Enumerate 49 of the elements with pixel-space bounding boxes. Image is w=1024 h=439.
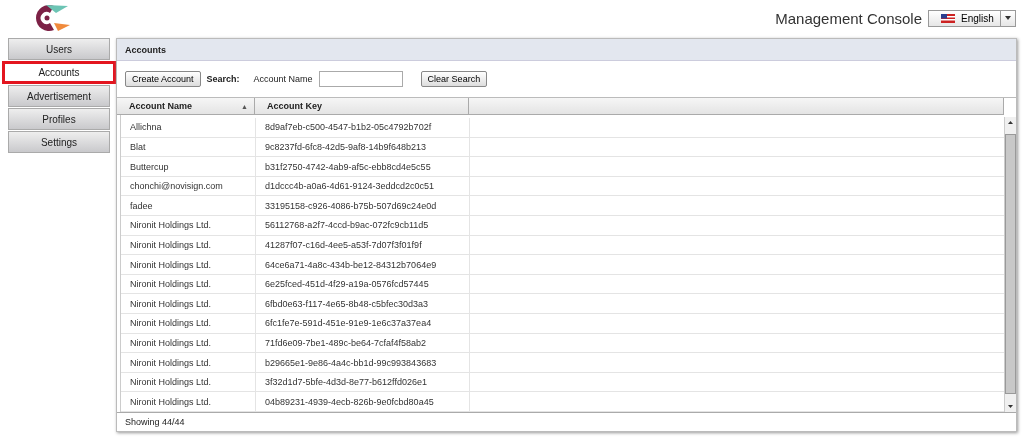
create-account-button[interactable]: Create Account [125, 71, 201, 87]
table-cell: 04b89231-4939-4ecb-826b-9e0fcbd80a45 [256, 392, 470, 411]
console-title: Management Console [775, 9, 922, 27]
sidebar-item[interactable]: Settings [8, 131, 110, 153]
table-cell: Nironit Holdings Ltd. [121, 294, 256, 314]
table-cell: 9c8237fd-6fc8-42d5-9af8-14b9f648b213 [256, 137, 470, 157]
table-cell: Nironit Holdings Ltd. [121, 274, 256, 294]
table-cell: Nironit Holdings Ltd. [121, 235, 256, 255]
table-cell: Blat [121, 137, 256, 157]
table-cell: Nironit Holdings Ltd. [121, 372, 256, 392]
table-cell: b31f2750-4742-4ab9-af5c-ebb8cd4e5c55 [256, 157, 470, 176]
scrollbar[interactable] [1004, 117, 1016, 412]
table-cell: d1dccc4b-a0a6-4d61-9124-3eddcd2c0c51 [256, 176, 470, 196]
table-cell: fadee [121, 196, 256, 216]
table-cell: 56112768-a2f7-4ccd-b9ac-072fc9cb11d5 [256, 216, 470, 235]
status-text: Showing 44/44 [125, 417, 185, 427]
table-cell: chonchi@novisign.com [121, 176, 256, 196]
column-header[interactable]: Account Key [267, 101, 322, 112]
caret-icon [1005, 16, 1011, 20]
search-field[interactable] [318, 71, 403, 87]
flag-icon [941, 13, 955, 23]
table-cell: Nironit Holdings Ltd. [121, 392, 256, 411]
table-cell: Nironit Holdings Ltd. [121, 255, 256, 274]
table-cell: Nironit Holdings Ltd. [121, 314, 256, 333]
table-cell: Allichna [121, 118, 256, 137]
table-cell: 3f32d1d7-5bfe-4d3d-8e77-b612ffd026e1 [256, 372, 470, 392]
table-cell: 64ce6a71-4a8c-434b-be12-84312b7064e9 [256, 255, 470, 274]
sidebar-item[interactable]: Advertisement [8, 85, 110, 107]
sidebar-item[interactable]: Accounts [2, 61, 116, 84]
table-cell: 8d9af7eb-c500-4547-b1b2-05c4792b702f [256, 118, 470, 137]
table-cell: 6fbd0e63-f117-4e65-8b48-c5bfec30d3a3 [256, 294, 470, 314]
field-label: Account Name [253, 74, 313, 84]
table-cell: Nironit Holdings Ltd. [121, 333, 256, 353]
column-header[interactable]: Account Name [129, 101, 192, 112]
clear-search-button[interactable]: Clear Search [420, 71, 488, 87]
search-label: Search: [206, 74, 240, 84]
table-cell: Nironit Holdings Ltd. [121, 216, 256, 235]
sidebar-item[interactable]: Users [8, 38, 110, 60]
table-cell: 41287f07-c16d-4ee5-a53f-7d07f3f01f9f [256, 235, 470, 255]
table-cell: b29665e1-9e86-4a4c-bb1d-99c993843683 [256, 353, 470, 372]
language-dropdown[interactable]: English [928, 9, 1016, 27]
sidebar-item[interactable]: Profiles [8, 108, 110, 130]
table-cell: Buttercup [121, 157, 256, 176]
table-cell: 6fc1fe7e-591d-451e-91e9-1e6c37a37ea4 [256, 314, 470, 333]
table-cell: 6e25fced-451d-4f29-a19a-0576fcd57445 [256, 274, 470, 294]
table-cell: Nironit Holdings Ltd. [121, 353, 256, 372]
panel-title: Accounts [117, 39, 1016, 61]
table-cell: 33195158-c926-4086-b75b-507d69c24e0d [256, 196, 470, 216]
table-cell: 71fd6e09-7be1-489c-be64-7cfaf4f58ab2 [256, 333, 470, 353]
